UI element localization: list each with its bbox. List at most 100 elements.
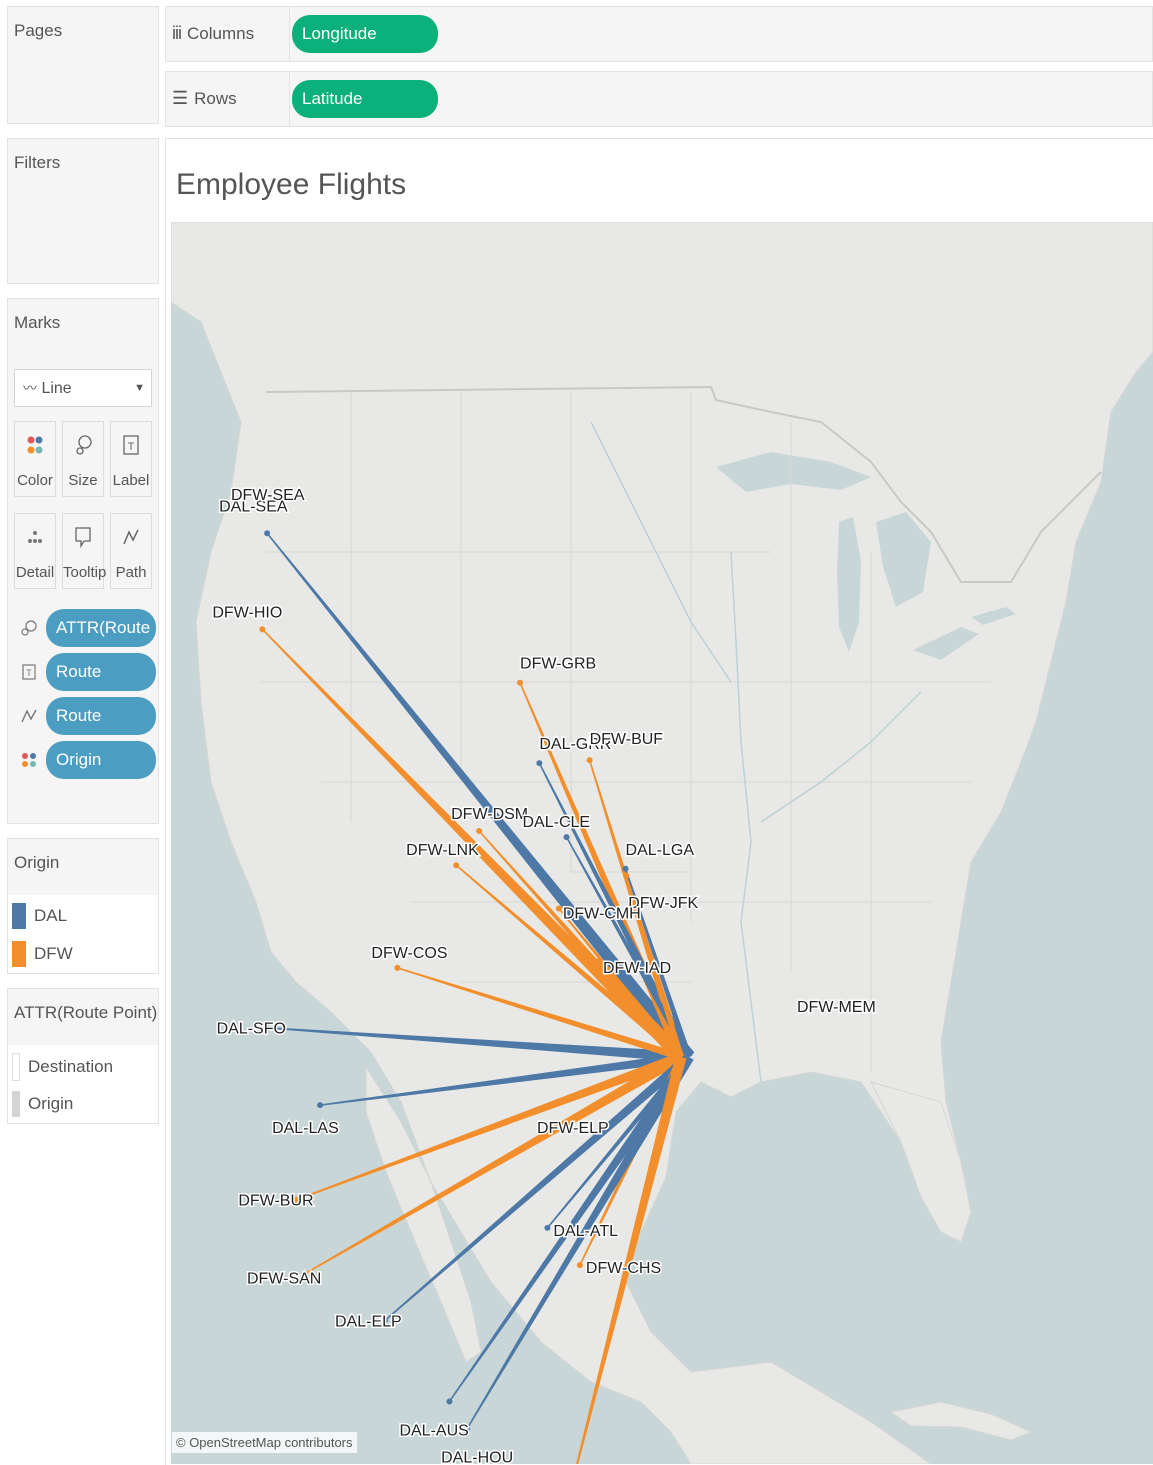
route-label-dfw-cmh: DFW-CMH [563, 906, 641, 923]
size-button[interactable]: Size [62, 421, 104, 497]
route-label-dfw-bur: DFW-BUR [238, 1193, 313, 1210]
route-endpoint-dfw-grb[interactable] [517, 679, 524, 686]
pages-card[interactable]: Pages [7, 6, 159, 124]
svg-text:T: T [128, 441, 135, 453]
route-label-dal-aus: DAL-AUS [399, 1422, 468, 1439]
svg-text:T: T [26, 668, 32, 678]
viz-title: Employee Flights [176, 168, 407, 201]
flight-map[interactable]: DAL-SEADFW-SEADFW-HIODAL-SFODAL-LASDFW-B… [171, 222, 1153, 1464]
legend-item-destination[interactable]: Destination [12, 1053, 113, 1081]
marks-title: Marks [14, 313, 61, 332]
marks-card: Marks 〰 Line ▼ Color Size T Label Detail… [7, 298, 159, 824]
route-label-dfw-dsm: DFW-DSM [451, 806, 528, 823]
route-label-dfw-iad: DFW-IAD [603, 960, 671, 977]
route-label-dal-sfo: DAL-SFO [217, 1021, 286, 1038]
tooltip-icon [63, 524, 103, 558]
label-button[interactable]: T Label [110, 421, 152, 497]
color-button[interactable]: Color [14, 421, 56, 497]
filters-card[interactable]: Filters [7, 138, 159, 284]
route-endpoint-dfw-chs[interactable] [576, 1262, 583, 1269]
detail-button[interactable]: Detail [14, 513, 56, 589]
route-point-pill[interactable]: ATTR(Route P.. [46, 609, 156, 647]
route-endpoint-dal-cle[interactable] [563, 834, 570, 841]
label-button-label: Label [112, 472, 150, 489]
color-icon [20, 751, 38, 769]
origin-color-pill[interactable]: Origin [46, 741, 156, 779]
legend-item-label: DAL [34, 906, 68, 925]
legend-item-label: DFW [34, 944, 73, 963]
rows-shelf-label: ☰ Rows [172, 88, 237, 109]
legend-item-label: Destination [28, 1057, 114, 1076]
route-label-dfw-cos: DFW-COS [371, 945, 447, 962]
route-endpoint-dfw-cmh[interactable] [555, 905, 562, 912]
rows-shelf[interactable]: ☰ Rows Latitude [165, 71, 1153, 127]
size-icon [63, 432, 103, 466]
route-label-dal-las: DAL-LAS [272, 1120, 339, 1137]
longitude-pill[interactable]: Longitude [292, 15, 438, 53]
route-endpoint-dfw-iad[interactable] [595, 957, 602, 964]
legend-item-origin[interactable]: Origin [12, 1091, 73, 1117]
route-label-dfw-lnk: DFW-LNK [406, 842, 479, 859]
origin-swatch [12, 1091, 20, 1117]
route-label-dfw-elp: DFW-ELP [537, 1120, 609, 1137]
dfw-swatch [12, 941, 26, 967]
origin-legend-title: Origin [14, 853, 60, 872]
route-label-dfw-buf: DFW-BUF [590, 731, 664, 748]
columns-shelf[interactable]: iii Columns Longitude [165, 6, 1153, 62]
chevron-down-icon: ▼ [134, 382, 145, 394]
route-label-dal-hou: DAL-HOU [441, 1450, 513, 1464]
route-endpoint-dfw-cos[interactable] [394, 964, 401, 971]
columns-label-text: Columns [187, 23, 255, 43]
path-icon [20, 707, 38, 725]
rows-label-text: Rows [194, 88, 237, 108]
legend-item-dal[interactable]: DAL [12, 903, 67, 929]
color-icon [15, 432, 55, 466]
route-path-pill[interactable]: Route [46, 697, 156, 735]
route-label-dfw-hio: DFW-HIO [212, 604, 282, 621]
route-endpoint-dal-grr[interactable] [536, 760, 543, 767]
origin-legend: Origin DAL DFW [7, 838, 159, 974]
columns-shelf-label: iii Columns [172, 23, 254, 44]
route-label-pill[interactable]: Route [46, 653, 156, 691]
latitude-pill[interactable]: Latitude [292, 80, 438, 118]
shelf-divider [289, 72, 290, 126]
marks-pill-row-size: ATTR(Route P.. [16, 609, 156, 647]
route-endpoint-dal-aus[interactable] [446, 1398, 453, 1405]
path-button[interactable]: Path [110, 513, 152, 589]
path-button-label: Path [115, 564, 147, 581]
label-icon: T [111, 432, 151, 466]
route-endpoint-dfw-jfk[interactable] [623, 872, 630, 879]
legend-item-label: Origin [28, 1094, 74, 1113]
route-point-legend-title: ATTR(Route Point) [14, 1003, 158, 1022]
route-endpoint-dal-atl[interactable] [544, 1224, 551, 1231]
route-label-dal-cle: DAL-CLE [523, 814, 591, 831]
detail-button-label: Detail [15, 564, 55, 581]
route-endpoint-dfw-dsm[interactable] [476, 828, 483, 835]
route-point-legend-body: Destination Origin [8, 1045, 158, 1123]
route-label-dal-atl: DAL-ATL [553, 1223, 618, 1240]
path-icon [111, 524, 151, 558]
marks-pill-row-color: Origin [16, 741, 156, 779]
filters-title: Filters [14, 153, 61, 172]
map-attribution: © OpenStreetMap contributors [172, 1432, 357, 1453]
size-button-label: Size [68, 472, 98, 489]
route-endpoint-dal-lga[interactable] [622, 865, 629, 872]
tooltip-button[interactable]: Tooltip [62, 513, 106, 589]
legend-item-dfw[interactable]: DFW [12, 941, 73, 967]
route-endpoint-dfw-lnk[interactable] [453, 862, 460, 869]
route-label-dfw-mem: DFW-MEM [797, 999, 876, 1016]
route-endpoint-dal-sea[interactable] [264, 530, 271, 537]
pages-title: Pages [14, 21, 63, 40]
marks-pill-row-path: Route [16, 697, 156, 735]
route-endpoint-dal-las[interactable] [317, 1102, 324, 1109]
line-mark-icon: 〰 [23, 380, 37, 396]
route-label-dal-lga: DAL-LGA [626, 842, 695, 859]
mark-type-dropdown[interactable]: 〰 Line ▼ [14, 369, 152, 407]
route-endpoint-dfw-hio[interactable] [259, 626, 266, 633]
detail-icon [15, 524, 55, 558]
route-label-dfw-san: DFW-SAN [247, 1271, 321, 1288]
columns-icon: iii [172, 23, 182, 43]
rows-icon: ☰ [172, 88, 189, 108]
route-endpoint-dfw-buf[interactable] [586, 757, 593, 764]
shelf-divider [289, 7, 290, 61]
